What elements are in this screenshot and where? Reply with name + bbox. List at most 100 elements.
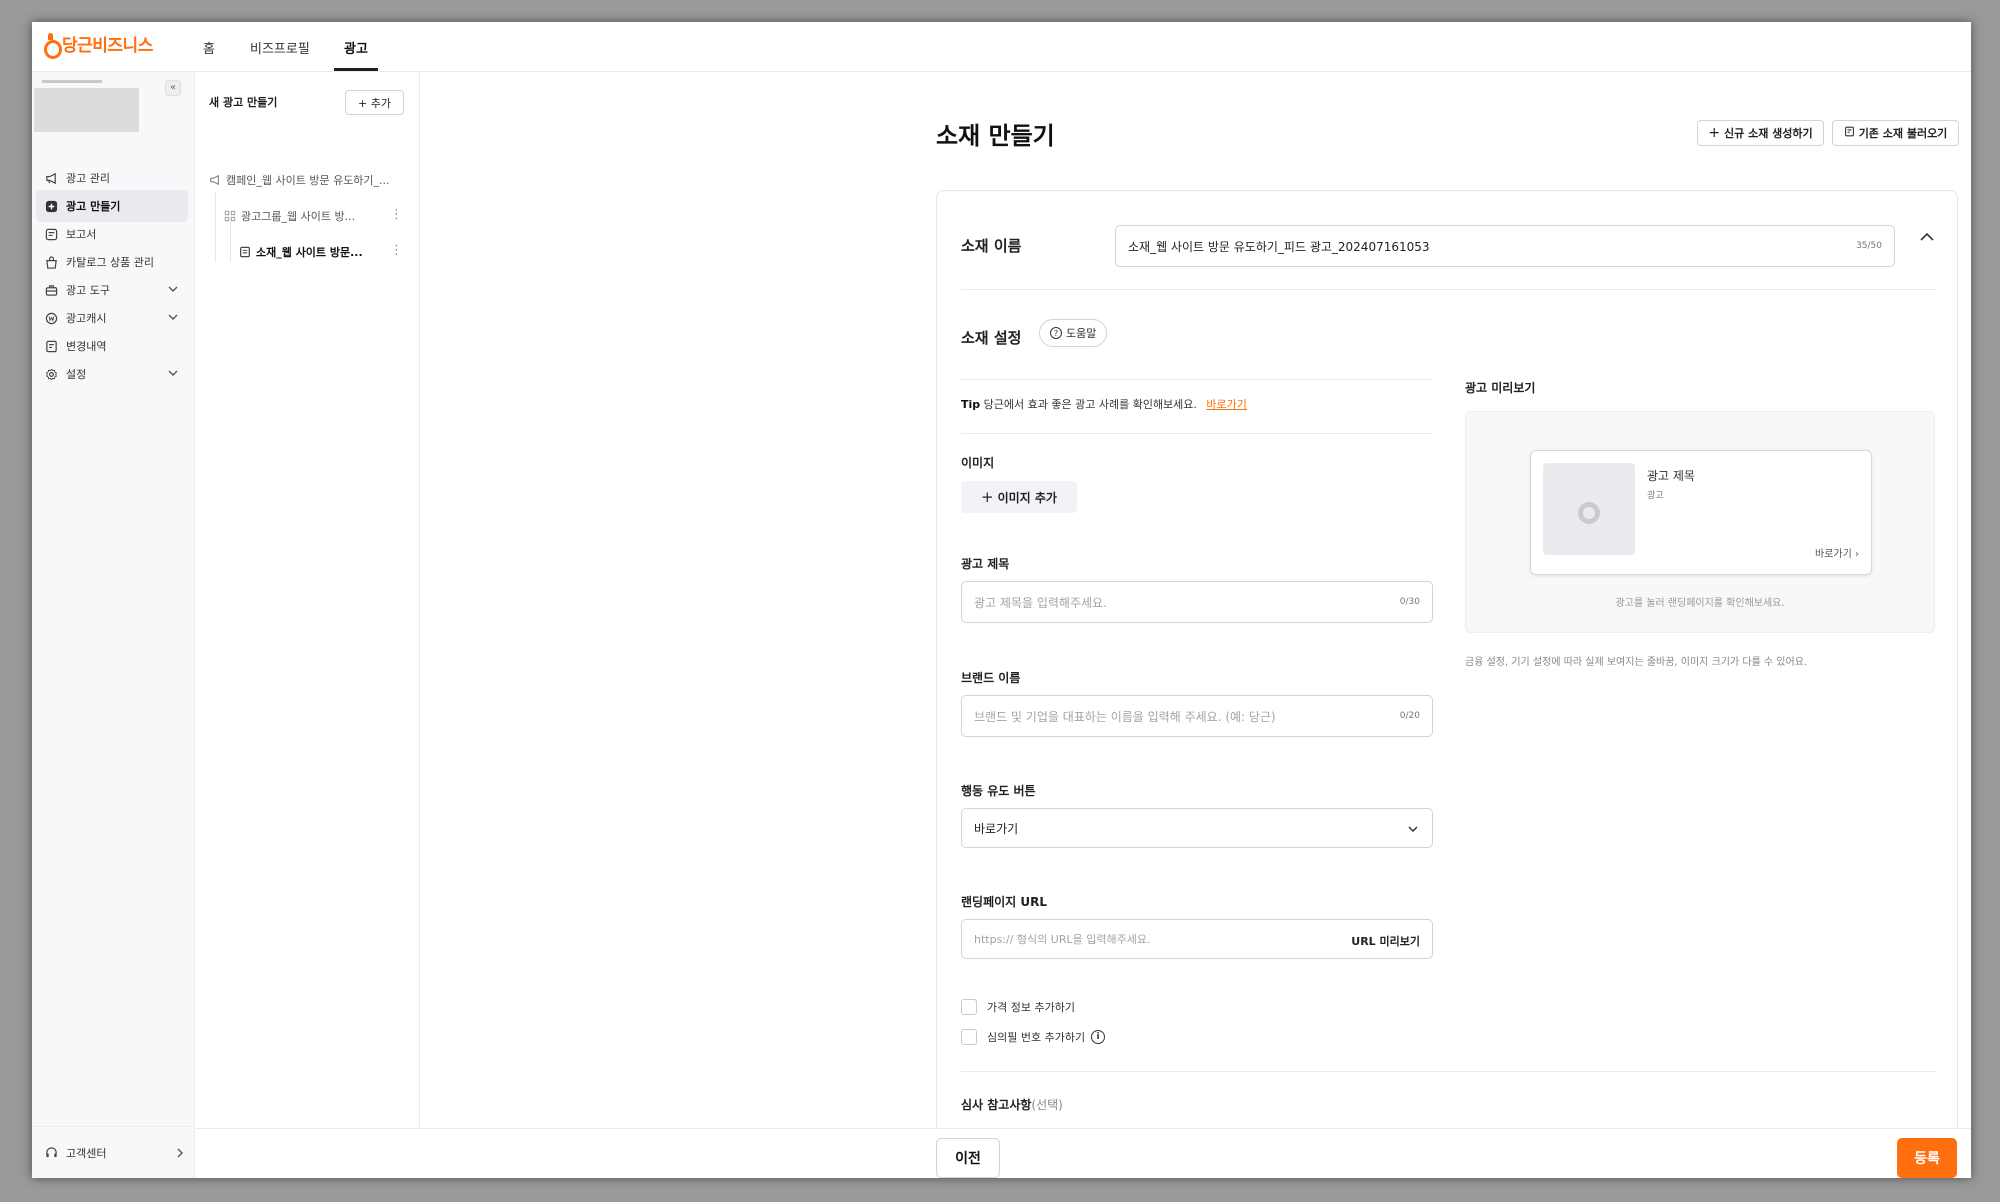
account-caption (42, 80, 102, 83)
sidebar-item-label: 보고서 (66, 228, 97, 241)
creative-name-value: 소재_웹 사이트 방문 유도하기_피드 광고_202407161053 (1128, 239, 1430, 254)
bottom-action-bar: 이전 등록 (195, 1128, 1971, 1178)
ad-title-label: 광고 제목 (961, 557, 1010, 571)
review-number-checkbox[interactable]: 심의필 번호 추가하기 i (961, 1029, 1106, 1045)
tree-item-label: 소재_웹 사이트 방문... (256, 246, 363, 259)
tree-item-campaign[interactable]: 캠페인_웹 사이트 방문 유도하기_... (209, 172, 390, 188)
landing-url-input[interactable]: https:// 형식의 URL을 입력해주세요. URL 미리보기 (961, 919, 1433, 959)
chevron-up-icon[interactable] (1917, 229, 1937, 245)
brand-name-input[interactable]: 브랜드 및 기업을 대표하는 이름을 입력해 주세요. (예: 당근) 0/20 (961, 695, 1433, 737)
toolbox-icon (44, 283, 58, 297)
load-creative-button[interactable]: 기존 소재 불러오기 (1832, 120, 1959, 146)
tip-link[interactable]: 바로가기 (1206, 398, 1246, 411)
divider (961, 289, 1936, 290)
new-creative-button[interactable]: + 신규 소재 생성하기 (1697, 120, 1824, 146)
megaphone-icon (44, 171, 58, 185)
tree-item-label: 캠페인_웹 사이트 방문 유도하기_... (226, 174, 390, 187)
info-icon[interactable]: i (1091, 1030, 1106, 1044)
sidebar-item-label: 광고 만들기 (66, 200, 121, 213)
price-info-checkbox[interactable]: 가격 정보 추가하기 (961, 999, 1075, 1015)
review-notes-label: 심사 참고사항(선택) (961, 1096, 1063, 1113)
new-creative-label: 신규 소재 생성하기 (1724, 127, 1813, 140)
sidebar-item-label: 광고캐시 (66, 312, 107, 325)
headset-icon (44, 1146, 58, 1160)
chevron-down-icon (168, 314, 178, 320)
sidebar-item-label: 광고 도구 (66, 284, 110, 297)
ad-preview-panel: 광고 제목 광고 바로가기 › 광고를 눌러 랜딩페이지를 확인해보세요. (1465, 411, 1935, 633)
coin-icon (44, 311, 58, 325)
plus-square-icon (44, 199, 58, 213)
review-notes-title: 심사 참고사항 (961, 1098, 1032, 1112)
plus-icon: + (981, 488, 994, 506)
customer-center-label: 고객센터 (66, 1146, 107, 1160)
load-creative-label: 기존 소재 불러오기 (1858, 127, 1948, 140)
page-title: 소재 만들기 (936, 122, 1055, 150)
tree-title: 새 광고 만들기 (209, 96, 278, 109)
submit-button[interactable]: 등록 (1897, 1138, 1957, 1178)
history-icon (44, 339, 58, 353)
gear-icon (44, 367, 58, 381)
more-options-icon[interactable]: ⋮ (390, 244, 403, 257)
account-selector[interactable] (34, 88, 139, 132)
brand-name-label: 브랜드 이름 (961, 671, 1021, 685)
sidebar-item-label: 변경내역 (66, 340, 107, 353)
active-tab-indicator (334, 68, 378, 71)
previous-button[interactable]: 이전 (936, 1138, 1000, 1178)
collapse-sidebar-button[interactable]: « (165, 80, 181, 96)
preview-card-title: 광고 제목 (1647, 469, 1695, 483)
tree-connector (215, 192, 216, 262)
more-options-icon[interactable]: ⋮ (390, 208, 403, 221)
creative-form-card: 소재 이름 소재_웹 사이트 방문 유도하기_피드 광고_20240716105… (936, 190, 1958, 1150)
sidebar-item-label: 설정 (66, 368, 87, 381)
carrot-logo-icon (42, 32, 62, 59)
landing-url-placeholder: https:// 형식의 URL을 입력해주세요. (974, 933, 1151, 946)
checkbox[interactable] (961, 999, 977, 1015)
top-navigation: 당근비즈니스 홈 비즈프로필 광고 (32, 22, 1971, 72)
megaphone-icon (209, 174, 221, 186)
url-preview-button[interactable]: URL 미리보기 (1351, 933, 1420, 949)
ad-title-input[interactable]: 광고 제목을 입력해주세요. 0/30 (961, 581, 1433, 623)
ad-title-placeholder: 광고 제목을 입력해주세요. (974, 595, 1107, 610)
question-circle-icon: ? (1050, 327, 1062, 339)
sidebar-item-label: 카탈로그 상품 관리 (66, 256, 154, 269)
report-icon (44, 227, 58, 241)
sidebar-item-settings[interactable]: 설정 (36, 358, 188, 390)
chevron-down-icon (168, 370, 178, 376)
help-button[interactable]: ? 도움말 (1039, 319, 1108, 347)
nav-tab-home[interactable]: 홈 (203, 38, 215, 57)
add-image-label: 이미지 추가 (997, 490, 1057, 505)
divider (961, 379, 1433, 380)
cta-select[interactable]: 바로가기 (961, 808, 1433, 848)
ad-preview-card[interactable]: 광고 제목 광고 바로가기 › (1530, 450, 1872, 575)
tree-add-button[interactable]: + 추가 (345, 90, 404, 115)
tree-item-label: 광고그룹_웹 사이트 방... (241, 210, 356, 223)
preview-card-link[interactable]: 바로가기 › (1815, 545, 1859, 560)
tree-item-adgroup[interactable]: 광고그룹_웹 사이트 방... (224, 208, 355, 224)
checkbox[interactable] (961, 1029, 977, 1045)
help-label: 도움말 (1066, 327, 1097, 340)
preview-note: 금융 설정, 기기 설정에 따라 실제 보여지는 줄바꿈, 이미지 크기가 다를… (1465, 657, 1808, 668)
divider (961, 433, 1433, 434)
logo[interactable]: 당근비즈니스 (42, 31, 153, 59)
chevron-down-icon (1408, 826, 1418, 833)
customer-center-link[interactable]: 고객센터 (32, 1126, 195, 1178)
ad-title-count: 0/30 (1399, 597, 1420, 607)
tip-message: 당근에서 효과 좋은 광고 사례를 확인해보세요. (983, 398, 1197, 411)
carrot-placeholder-icon (1578, 502, 1600, 524)
brand-name-placeholder: 브랜드 및 기업을 대표하는 이름을 입력해 주세요. (예: 당근) (974, 709, 1276, 724)
creative-name-label: 소재 이름 (961, 237, 1022, 255)
document-icon (239, 246, 251, 258)
sidebar-item-label: 광고 관리 (66, 172, 110, 185)
tree-item-creative[interactable]: 소재_웹 사이트 방문... (239, 244, 363, 260)
add-image-button[interactable]: + 이미지 추가 (961, 481, 1077, 513)
logo-text: 당근비즈니스 (62, 36, 153, 56)
creative-name-input[interactable]: 소재_웹 사이트 방문 유도하기_피드 광고_202407161053 35/5… (1115, 225, 1895, 267)
bag-icon (44, 255, 58, 269)
review-notes-optional: (선택) (1031, 1098, 1063, 1112)
brand-name-count: 0/20 (1399, 711, 1420, 721)
main-content: 소재 만들기 + 신규 소재 생성하기 기존 소재 불러오기 소재 이름 소재_… (420, 72, 1971, 1150)
cta-value: 바로가기 (974, 821, 1019, 836)
nav-tab-bizprofile[interactable]: 비즈프로필 (250, 38, 310, 57)
divider (961, 1071, 1936, 1072)
nav-tab-ads[interactable]: 광고 (344, 38, 368, 57)
